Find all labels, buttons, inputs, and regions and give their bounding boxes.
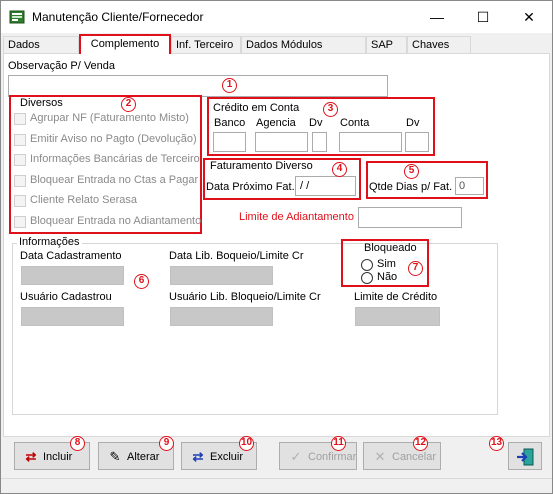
- marker-11: 11: [331, 436, 346, 451]
- credito-title: Crédito em Conta: [213, 102, 300, 114]
- checkbox-label: Bloquear Entrada no Adiantamento: [30, 215, 202, 227]
- tab-chaves-pix[interactable]: Chaves Pix: [407, 36, 471, 67]
- checkbox-box[interactable]: [14, 175, 26, 187]
- exit-button[interactable]: [508, 442, 542, 470]
- radio-sim[interactable]: [361, 259, 373, 271]
- title-bar: Manutenção Cliente/Fornecedor — ☐ ✕: [1, 1, 552, 33]
- tab-dados-gerais[interactable]: Dados Gerais: [3, 36, 79, 67]
- dv1-label: Dv: [309, 117, 323, 129]
- marker-1: 1: [222, 78, 237, 93]
- cancelar-label: Cancelar: [392, 451, 437, 463]
- conta-input[interactable]: [339, 132, 402, 152]
- tab-complemento[interactable]: Complemento: [79, 34, 171, 54]
- marker-2: 2: [121, 97, 136, 112]
- conta-label: Conta: [340, 117, 370, 129]
- exit-icon: [517, 448, 534, 466]
- usuario-lib-label: Usuário Lib. Bloqueio/Limite Cr: [169, 291, 321, 303]
- marker-5: 5: [404, 164, 419, 179]
- checkbox-box[interactable]: [14, 154, 26, 166]
- limite-credito-field: [355, 307, 440, 326]
- agencia-label: Agencia: [256, 117, 296, 129]
- close-button[interactable]: ✕: [506, 1, 552, 33]
- radio-nao-label: Não: [377, 271, 398, 283]
- data-cadastramento-field: [21, 266, 124, 285]
- marker-8: 8: [70, 436, 85, 451]
- checkbox-box[interactable]: [14, 195, 26, 207]
- button-bar: ⇄ Incluir 8 ✎ Alterar 9 ⇄ Excluir 10 ✓ C…: [3, 436, 550, 477]
- complemento-panel: Observação P/ Venda 1 Diversos 2 Agrupar…: [3, 53, 550, 437]
- status-bar: [1, 478, 552, 493]
- data-cadastramento-label: Data Cadastramento: [20, 250, 122, 262]
- diversos-title: Diversos: [18, 97, 65, 109]
- minimize-button[interactable]: —: [414, 1, 460, 33]
- agencia-input[interactable]: [255, 132, 308, 152]
- marker-9: 9: [159, 436, 174, 451]
- dv2-input[interactable]: [405, 132, 429, 152]
- limite-adiantamento-input[interactable]: [358, 207, 462, 228]
- faturamento-title: Faturamento Diverso: [210, 160, 313, 172]
- radio-nao[interactable]: [361, 272, 373, 284]
- delete-icon: ⇄: [192, 449, 204, 464]
- tab-strip: Dados Gerais Complemento Inf. Terceiro D…: [1, 34, 552, 67]
- data-lib-label: Data Lib. Boqueio/Limite Cr: [169, 250, 304, 262]
- usuario-cadastrou-field: [21, 307, 124, 326]
- data-proximo-fat-label: Data Próximo Fat.: [206, 181, 295, 193]
- observacao-input[interactable]: [8, 75, 388, 97]
- add-icon: ⇄: [25, 449, 37, 464]
- informacoes-title: Informações: [17, 236, 82, 248]
- cancelar-button[interactable]: ✕ Cancelar: [363, 442, 441, 470]
- banco-label: Banco: [214, 117, 246, 129]
- banco-input[interactable]: [213, 132, 246, 152]
- app-icon: [9, 10, 25, 24]
- tab-dados-modulos-clientes[interactable]: Dados Módulos Clientes: [241, 36, 366, 67]
- marker-13: 13: [489, 436, 504, 451]
- qtde-dias-input[interactable]: 0: [455, 177, 484, 195]
- data-proximo-fat-input[interactable]: / /: [295, 176, 356, 196]
- checkbox-box[interactable]: [14, 216, 26, 228]
- limite-credito-label: Limite de Crédito: [354, 291, 438, 303]
- limite-adiantamento-label: Limite de Adiantamento: [239, 211, 354, 223]
- data-lib-field: [170, 266, 273, 285]
- checkbox-label: Bloquear Entrada no Ctas a Pagar: [30, 174, 199, 186]
- marker-3: 3: [323, 102, 338, 117]
- marker-10: 10: [239, 436, 254, 451]
- bloqueado-title: Bloqueado: [364, 242, 417, 254]
- qtde-dias-value: 0: [459, 180, 466, 192]
- observacao-label: Observação P/ Venda: [8, 60, 116, 72]
- data-proximo-fat-value: / /: [300, 180, 310, 192]
- checkbox-label: Emitir Aviso no Pagto (Devolução): [30, 133, 197, 145]
- cancel-icon: ✕: [374, 449, 386, 464]
- dv2-label: Dv: [406, 117, 420, 129]
- marker-12: 12: [413, 436, 428, 451]
- edit-icon: ✎: [109, 449, 121, 464]
- confirmar-label: Confirmar: [308, 451, 357, 463]
- checkbox-box[interactable]: [14, 113, 26, 125]
- checkbox-label: Informações Bancárias de Terceiro: [30, 153, 200, 165]
- checkbox-box[interactable]: [14, 134, 26, 146]
- marker-4: 4: [332, 162, 347, 177]
- checkbox-label: Cliente Relato Serasa: [30, 194, 138, 206]
- check-icon: ✓: [290, 449, 302, 464]
- incluir-label: Incluir: [43, 451, 73, 463]
- maximize-button[interactable]: ☐: [460, 1, 506, 33]
- marker-6: 6: [134, 274, 149, 289]
- dv1-input[interactable]: [312, 132, 327, 152]
- radio-sim-label: Sim: [377, 258, 396, 270]
- alterar-label: Alterar: [127, 451, 160, 463]
- tab-inf-terceiro[interactable]: Inf. Terceiro: [171, 36, 241, 54]
- qtde-dias-label: Qtde Dias p/ Fat.: [369, 181, 453, 193]
- excluir-label: Excluir: [210, 451, 244, 463]
- marker-7: 7: [408, 261, 423, 276]
- usuario-lib-field: [170, 307, 273, 326]
- window-title: Manutenção Cliente/Fornecedor: [32, 10, 204, 24]
- tab-sap[interactable]: SAP: [366, 36, 407, 54]
- checkbox-label: Agrupar NF (Faturamento Misto): [30, 112, 189, 124]
- app-window: Manutenção Cliente/Fornecedor — ☐ ✕ Dado…: [0, 0, 553, 494]
- usuario-cadastrou-label: Usuário Cadastrou: [20, 291, 112, 303]
